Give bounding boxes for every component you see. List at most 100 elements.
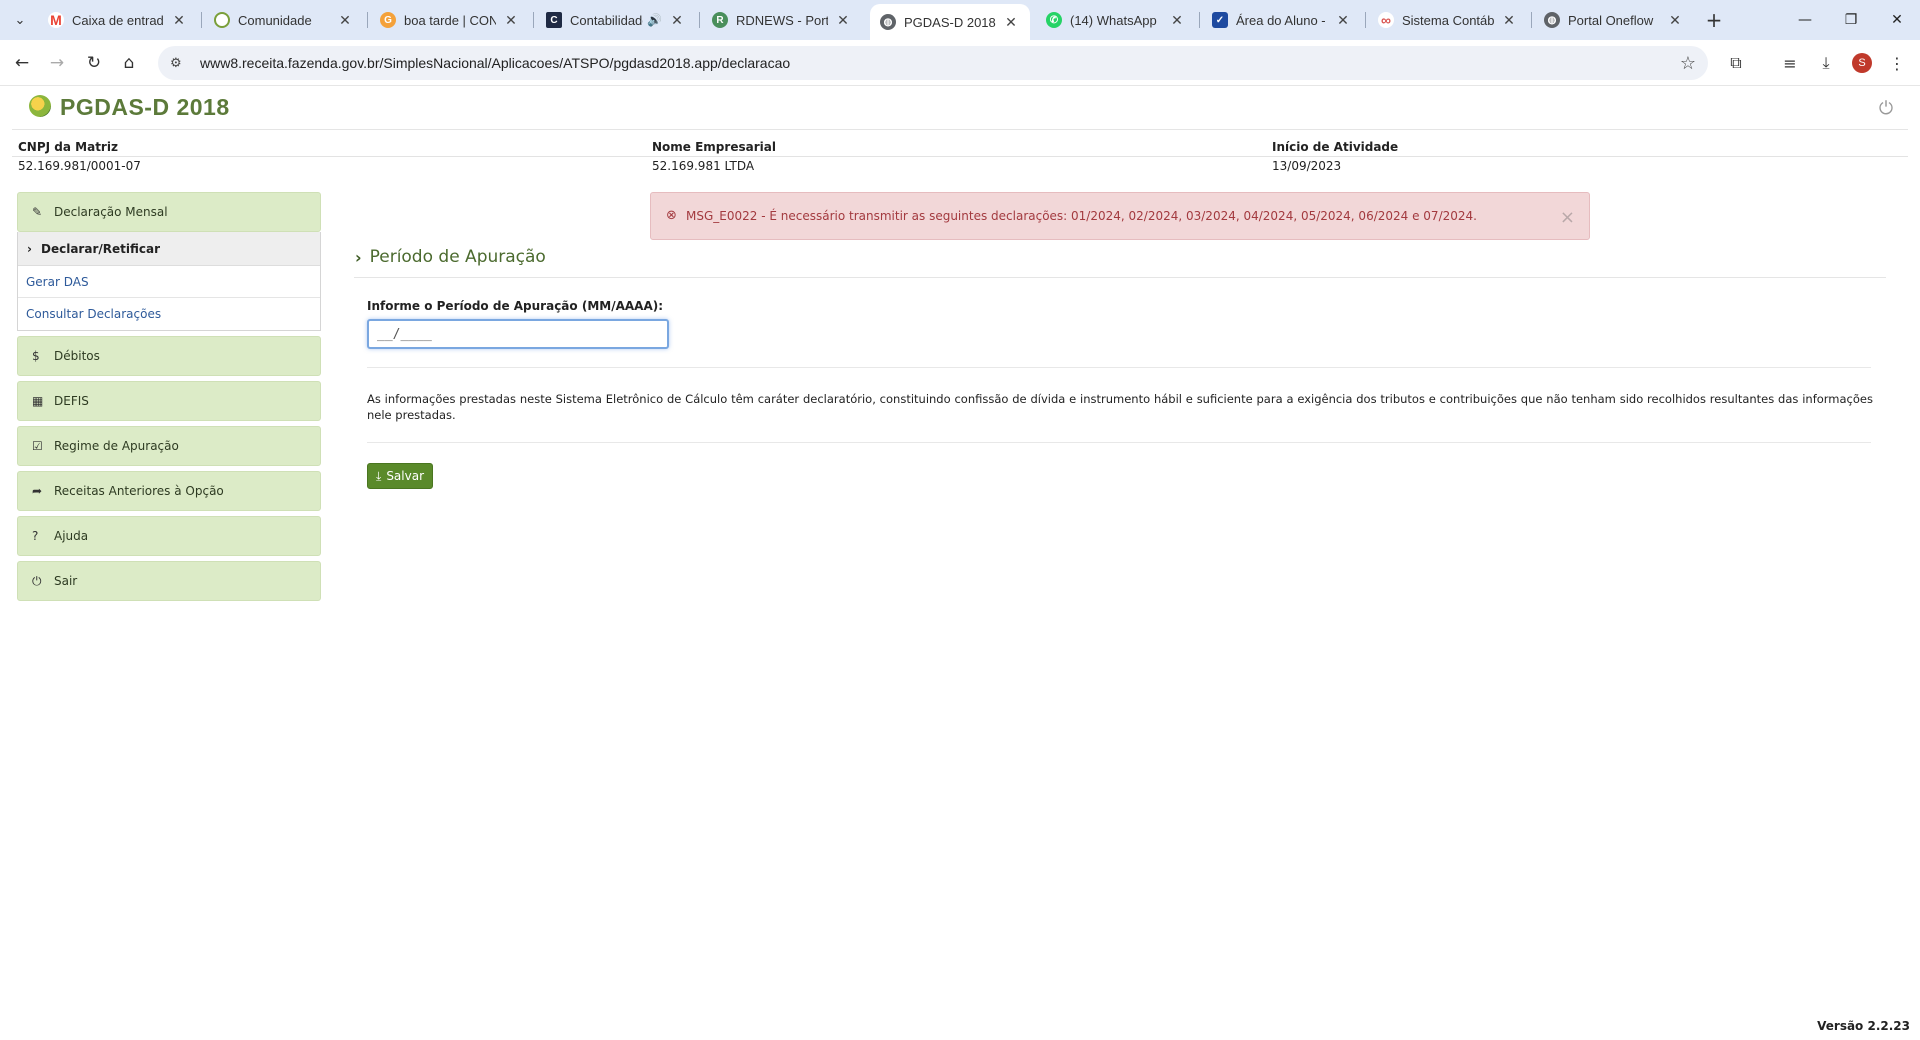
sidebar-item-declarar-retificar[interactable]: › Declarar/Retificar [18,232,320,266]
sidebar-item-receitas-anteriores[interactable]: ➦ Receitas Anteriores à Opção [17,471,321,511]
tab-rdnews[interactable]: R RDNEWS - Portal ✕ [702,4,862,36]
sidebar-item-label: Receitas Anteriores à Opção [54,484,224,498]
sidebar-item-label: Gerar DAS [26,274,89,289]
community-icon [214,12,230,28]
media-icon[interactable]: ≡ [1778,51,1802,75]
sidebar-item-label: Ajuda [54,529,89,543]
sidebar-item-label: Sair [54,574,78,588]
tab-area-aluno[interactable]: ✓ Área do Aluno - E ✕ [1202,4,1362,36]
download-icon[interactable]: ⤓ [1814,51,1838,75]
tab-title: Comunidade [238,12,312,28]
divider [367,442,1871,443]
close-icon[interactable]: ✕ [1002,14,1020,31]
close-icon[interactable]: × [1560,207,1575,228]
restore-icon[interactable]: ❐ [1828,0,1874,40]
sidebar-item-sair[interactable]: ⏻ Sair [17,561,321,601]
start-date-block: Início de Atividade 13/09/2023 [1272,137,1398,173]
address-bar[interactable]: ⚙ www8.receita.fazenda.gov.br/SimplesNac… [158,46,1708,80]
window-close-icon[interactable]: ✕ [1874,0,1920,40]
tab-boa-tarde[interactable]: G boa tarde | CONT ✕ [370,4,530,36]
tab-contabilidade[interactable]: C Contabilidade 🔊 ✕ [536,4,696,36]
section-title-text: Período de Apuração [369,247,546,267]
reload-icon[interactable]: ↻ [80,49,108,77]
sidebar-item-label: Débitos [54,349,100,363]
tab-whatsapp[interactable]: ✆ (14) WhatsApp ✕ [1036,4,1196,36]
address-url[interactable]: www8.receita.fazenda.gov.br/SimplesNacio… [200,55,790,71]
new-tab-button[interactable]: + [1702,8,1726,32]
company-name-block: Nome Empresarial 52.169.981 LTDA [652,137,776,173]
close-icon[interactable]: ✕ [1666,12,1684,29]
close-icon[interactable]: ✕ [1168,12,1186,29]
sidebar: ✎ Declaração Mensal › Declarar/Retificar… [17,192,321,606]
start-date-label: Início de Atividade [1272,140,1399,154]
save-button[interactable]: ⤓ Salvar [367,463,434,489]
close-icon[interactable]: ✕ [668,12,686,29]
tab-search-chevron-icon[interactable]: ⌄ [8,8,32,32]
tab-title: Caixa de entrada ( [72,12,164,28]
alert-message: MSG_E0022 - É necessário transmitir as s… [686,209,1477,223]
sidebar-item-consultar-declaracoes[interactable]: Consultar Declarações [18,298,320,330]
company-name-label: Nome Empresarial [652,140,776,154]
download-icon: ⤓ [376,468,382,483]
page: PGDAS-D 2018 ⏻ CNPJ da Matriz 52.169.981… [0,87,1920,1040]
cnpj-label: CNPJ da Matriz [18,140,118,154]
back-icon[interactable]: ← [8,49,36,77]
close-icon[interactable]: ✕ [1500,12,1518,29]
tab-oneflow[interactable]: ◍ Portal Oneflow ✕ [1534,4,1694,36]
save-button-label: Salvar [386,469,425,483]
calendar-icon: ▦ [32,394,44,408]
contabilidade-icon: C [546,12,562,28]
speaker-icon[interactable]: 🔊 [647,13,662,27]
app-title: PGDAS-D 2018 [60,94,230,120]
bookmark-star-icon[interactable]: ☆ [1680,53,1696,74]
power-icon[interactable]: ⏻ [1876,98,1896,119]
browser-toolbar: ← → ↻ ⌂ ⚙ www8.receita.fazenda.gov.br/Si… [0,40,1920,86]
chevron-right-icon: › [355,247,362,267]
forward-icon[interactable]: → [43,49,71,77]
more-menu-icon[interactable]: ⋮ [1885,51,1909,75]
profile-avatar[interactable]: S [1852,53,1872,73]
sidebar-item-regime-apuracao[interactable]: ☑ Regime de Apuração [17,426,321,466]
minimize-icon[interactable]: — [1782,0,1828,40]
power-icon: ⏻ [32,573,42,588]
close-icon[interactable]: ✕ [170,12,188,29]
company-name-value: 52.169.981 LTDA [652,159,755,173]
sidebar-item-debitos[interactable]: $ Débitos [17,336,321,376]
sidebar-item-label: DEFIS [54,394,89,408]
close-icon[interactable]: ✕ [1334,12,1352,29]
whatsapp-icon: ✆ [1046,12,1062,28]
tab-gmail[interactable]: M Caixa de entrada ( ✕ [38,4,198,36]
disclaimer-text: As informações prestadas neste Sistema E… [367,392,1873,422]
globe-icon: ◍ [880,14,896,30]
tab-sistema-contabil[interactable]: ∞ Sistema Contábil ✕ [1368,4,1528,36]
tab-pgdas[interactable]: ◍ PGDAS-D 2018 ✕ [870,4,1030,40]
sidebar-item-label: Regime de Apuração [54,439,179,453]
tab-comunidade[interactable]: Comunidade ✕ [204,4,364,36]
tab-title: PGDAS-D 2018 [904,14,996,30]
tab-title: boa tarde | CONT [404,12,496,28]
globe-icon: ◍ [1544,12,1560,28]
close-icon[interactable]: ✕ [834,12,852,29]
browser-tab-strip: ⌄ M Caixa de entrada ( ✕ Comunidade ✕ G … [0,0,1920,40]
divider [367,367,1871,368]
home-icon[interactable]: ⌂ [115,49,143,77]
site-info-icon[interactable]: ⚙ [170,56,188,71]
section-divider [354,277,1886,278]
period-input[interactable] [367,319,669,349]
checkbox-icon: ☑ [32,439,43,453]
sidebar-item-defis[interactable]: ▦ DEFIS [17,381,321,421]
sidebar-item-declaracao-mensal[interactable]: ✎ Declaração Mensal [17,192,321,232]
google-icon: G [380,12,396,28]
sidebar-item-ajuda[interactable]: ? Ajuda [17,516,321,556]
company-info: CNPJ da Matriz 52.169.981/0001-07 Nome E… [12,137,1908,187]
section-title: › Período de Apuração [355,247,546,267]
pencil-icon: ✎ [32,205,43,219]
extensions-icon[interactable]: ⧉ [1724,51,1748,75]
close-icon[interactable]: ✕ [336,12,354,29]
close-icon[interactable]: ✕ [502,12,520,29]
error-alert: ⊗ MSG_E0022 - É necessário transmitir as… [650,192,1590,240]
simples-nacional-logo-icon [29,95,51,117]
cnpj-block: CNPJ da Matriz 52.169.981/0001-07 [18,137,141,173]
sidebar-item-gerar-das[interactable]: Gerar DAS [18,266,320,298]
tab-title: Portal Oneflow [1568,12,1654,28]
